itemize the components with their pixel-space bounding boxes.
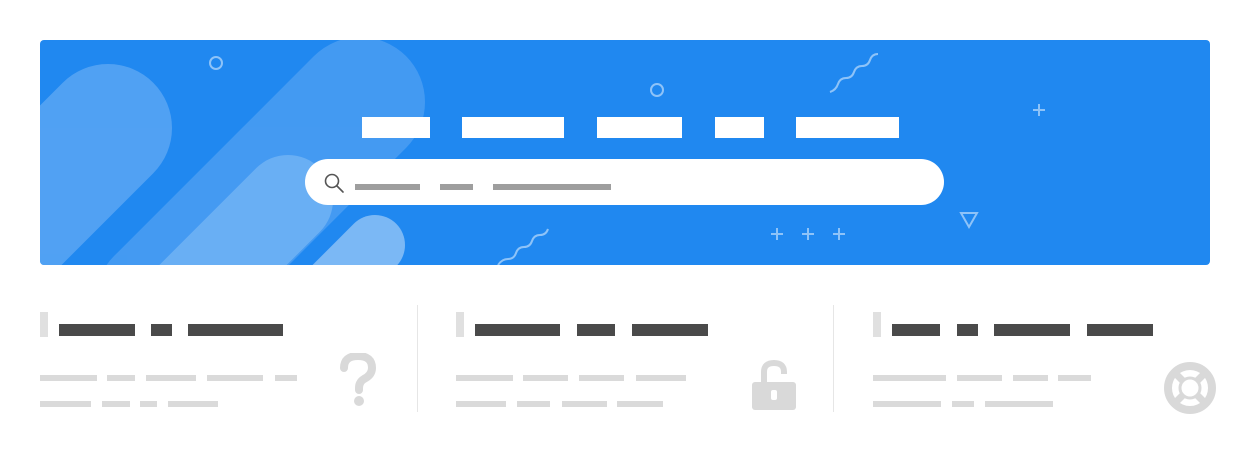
card-text-segment — [102, 401, 130, 407]
card-accent-bar — [456, 312, 464, 337]
card-title-segment — [957, 324, 978, 336]
card-divider — [833, 305, 834, 412]
search-placeholder-segment — [355, 184, 420, 190]
help-cards — [0, 295, 1250, 435]
card-text-segment — [562, 401, 607, 407]
hero-banner — [40, 40, 1210, 265]
card-accent-bar — [873, 312, 881, 337]
card-text-segment — [40, 375, 97, 381]
help-card[interactable] — [873, 305, 1250, 415]
card-text-segment — [873, 401, 941, 407]
search-icon — [324, 173, 344, 193]
card-text-segment — [517, 401, 550, 407]
card-title-segment — [151, 324, 172, 336]
card-title-segment — [994, 324, 1070, 336]
card-title-segment — [577, 324, 615, 336]
card-text-segment — [636, 375, 686, 381]
card-text-segment — [456, 375, 513, 381]
card-text-segment — [873, 375, 946, 381]
card-title-segment — [59, 324, 135, 336]
hero-title-segment — [362, 117, 430, 138]
card-text-segment — [1013, 375, 1048, 381]
card-text-segment — [146, 375, 196, 381]
help-card[interactable] — [40, 305, 417, 415]
card-text-segment — [579, 375, 624, 381]
question-mark-icon — [340, 353, 377, 406]
search-input[interactable] — [305, 159, 944, 205]
card-title-segment — [1087, 324, 1153, 336]
search-placeholder-segment — [493, 184, 611, 190]
card-text-segment — [1058, 375, 1091, 381]
hero-title-segment — [715, 117, 764, 138]
card-title-segment — [892, 324, 940, 336]
card-text-segment — [952, 401, 974, 407]
card-divider — [417, 305, 418, 412]
card-text-segment — [957, 375, 1002, 381]
card-text-segment — [617, 401, 663, 407]
card-text-segment — [40, 401, 91, 407]
card-text-segment — [168, 401, 218, 407]
card-text-segment — [523, 375, 568, 381]
card-title-segment — [188, 324, 283, 336]
hero-title-redacted — [40, 40, 1210, 265]
card-title-segment — [475, 324, 560, 336]
card-text-segment — [456, 401, 506, 407]
card-text-segment — [275, 375, 297, 381]
card-title-segment — [632, 324, 708, 336]
card-text-segment — [207, 375, 263, 381]
card-text-segment — [107, 375, 135, 381]
search-placeholder-segment — [440, 184, 473, 190]
hero-title-segment — [597, 117, 682, 138]
card-text-segment — [140, 401, 157, 407]
card-text-segment — [985, 401, 1053, 407]
hero-title-segment — [462, 117, 564, 138]
hero-title-segment — [796, 117, 899, 138]
unlock-icon — [752, 360, 796, 410]
card-accent-bar — [40, 312, 48, 337]
help-card[interactable] — [456, 305, 833, 415]
lifebuoy-icon — [1164, 362, 1216, 414]
